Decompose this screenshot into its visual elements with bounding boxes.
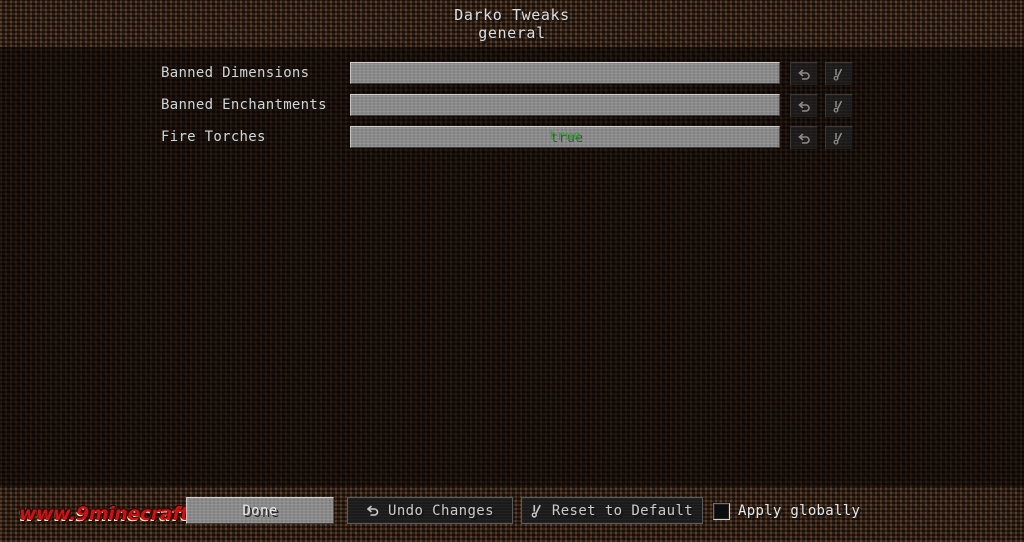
- config-value-field[interactable]: true: [350, 126, 780, 148]
- undo-button[interactable]: [790, 94, 818, 118]
- config-screen: Darko Tweaks general Banned Dimensions B…: [0, 0, 1024, 542]
- reset-default-icon: [833, 68, 845, 81]
- undo-changes-label: Undo Changes: [388, 502, 494, 519]
- reset-button[interactable]: [825, 126, 853, 150]
- config-value-field[interactable]: [350, 94, 780, 116]
- undo-button[interactable]: [790, 126, 818, 150]
- config-row-label: Fire Torches: [161, 129, 266, 145]
- config-row-label: Banned Enchantments: [161, 97, 327, 113]
- apply-globally-toggle[interactable]: Apply globally: [713, 499, 860, 523]
- undo-button[interactable]: [790, 62, 818, 86]
- undo-changes-button[interactable]: Undo Changes: [347, 497, 513, 524]
- reset-default-icon: [531, 504, 544, 518]
- apply-globally-label: Apply globally: [738, 503, 861, 519]
- table-row: Banned Dimensions: [0, 60, 1024, 86]
- config-value-text: true: [548, 129, 582, 144]
- done-button[interactable]: Done: [186, 497, 334, 524]
- reset-button[interactable]: [825, 94, 853, 118]
- reset-button[interactable]: [825, 62, 853, 86]
- reset-default-icon: [833, 100, 845, 113]
- reset-default-icon: [833, 132, 845, 145]
- table-row: Fire Torches true: [0, 124, 1024, 150]
- undo-arrow-icon: [797, 100, 811, 112]
- undo-arrow-icon: [797, 68, 811, 80]
- reset-to-default-button[interactable]: Reset to Default: [521, 497, 703, 524]
- config-value-field[interactable]: [350, 62, 780, 84]
- undo-arrow-icon: [797, 132, 811, 144]
- done-button-label: Done: [242, 502, 278, 519]
- page-subtitle: general: [478, 23, 546, 42]
- reset-to-default-label: Reset to Default: [551, 502, 694, 519]
- apply-globally-checkbox[interactable]: [713, 502, 730, 520]
- undo-arrow-icon: [366, 505, 380, 516]
- page-title: Darko Tweaks: [454, 5, 570, 24]
- screen-header: Darko Tweaks general: [0, 0, 1024, 47]
- table-row: Banned Enchantments: [0, 92, 1024, 118]
- config-row-label: Banned Dimensions: [161, 65, 310, 81]
